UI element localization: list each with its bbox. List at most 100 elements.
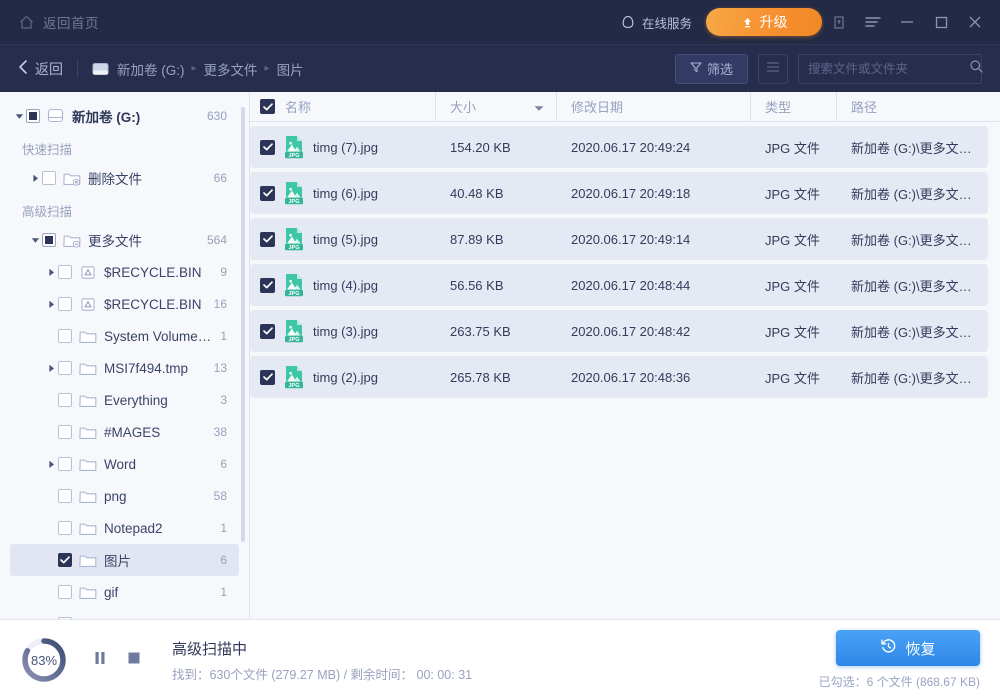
caret-right-icon[interactable] (44, 300, 58, 309)
row-checkbox[interactable] (260, 140, 275, 155)
stop-button[interactable] (124, 650, 144, 670)
sidebar-item-png[interactable]: png58 (10, 480, 239, 512)
search-input[interactable] (808, 62, 969, 76)
upgrade-button[interactable]: 升级 (706, 8, 822, 36)
sidebar-checkbox[interactable] (58, 329, 72, 343)
list-view-button[interactable] (758, 54, 788, 84)
sidebar-item--mages[interactable]: #MAGES 38 (10, 416, 239, 448)
sidebar-item-jpg[interactable]: jpg39 (10, 608, 239, 619)
folder-icon (79, 489, 97, 504)
cell-date: 2020.06.17 20:49:18 (557, 186, 751, 201)
table-row[interactable]: JPGtimg (5).jpg87.89 KB2020.06.17 20:49:… (250, 218, 988, 260)
sidebar-checkbox[interactable] (58, 489, 72, 503)
sidebar-checkbox[interactable] (26, 109, 40, 123)
sidebar-item-count: 3 (220, 393, 227, 407)
column-header-type[interactable]: 类型 (751, 92, 837, 121)
feedback-button[interactable] (822, 0, 856, 44)
feedback-icon (832, 15, 846, 30)
sidebar-checkbox[interactable] (58, 425, 72, 439)
sidebar-item--recycle-bin[interactable]: $RECYCLE.BIN16 (10, 288, 239, 320)
column-header-size[interactable]: 大小 (436, 92, 557, 121)
sidebar-item-msi7f494-tmp[interactable]: MSI7f494.tmp13 (10, 352, 239, 384)
sidebar-item-更多文件[interactable]: 更多文件564 (10, 224, 239, 256)
breadcrumb-item-2[interactable]: 图片 (277, 59, 304, 79)
online-service-button[interactable]: 在线服务 (620, 13, 692, 32)
sidebar-item-word[interactable]: Word6 (10, 448, 239, 480)
caret-right-icon[interactable] (28, 174, 42, 183)
row-checkbox[interactable] (260, 278, 275, 293)
row-checkbox[interactable] (260, 324, 275, 339)
back-to-home-label: 返回首页 (43, 12, 99, 32)
breadcrumb-item-drive[interactable]: 新加卷 (G:) (92, 59, 185, 79)
sidebar-item-count: 38 (214, 425, 227, 439)
table-row[interactable]: JPGtimg (2).jpg265.78 KB2020.06.17 20:48… (250, 356, 988, 398)
sidebar-checkbox[interactable] (58, 457, 72, 471)
caret-down-icon[interactable] (28, 236, 42, 245)
caret-right-icon[interactable] (44, 460, 58, 469)
sidebar-item-label: 图片 (104, 550, 212, 570)
caret-right-icon[interactable] (44, 364, 58, 373)
scan-progress-ring: 83% (20, 636, 68, 684)
cell-type: JPG 文件 (751, 276, 837, 295)
recycle-bin-icon (79, 265, 97, 280)
sidebar-checkbox[interactable] (58, 297, 72, 311)
caret-right-icon[interactable] (44, 268, 58, 277)
jpg-file-icon: JPG (284, 319, 304, 343)
sidebar-checkbox[interactable] (58, 521, 72, 535)
cell-type: JPG 文件 (751, 322, 837, 341)
filter-button[interactable]: 筛选 (675, 54, 748, 84)
sidebar-item-notepad2[interactable]: Notepad21 (10, 512, 239, 544)
svg-text:JPG: JPG (288, 199, 299, 205)
row-checkbox[interactable] (260, 186, 275, 201)
sidebar-item-gif[interactable]: gif1 (10, 576, 239, 608)
sidebar-checkbox[interactable] (58, 393, 72, 407)
maximize-button[interactable] (924, 0, 958, 44)
select-all-checkbox[interactable] (260, 99, 275, 114)
sidebar-item-count: 630 (207, 109, 227, 123)
sidebar-item-system-volume-inf-[interactable]: System Volume Inf...1 (10, 320, 239, 352)
upgrade-arrow-icon (741, 16, 754, 29)
sidebar-item-label: 新加卷 (G:) (72, 106, 199, 126)
sidebar-item-label: #MAGES (104, 425, 206, 440)
close-button[interactable] (958, 0, 992, 44)
sidebar-scrollbar[interactable] (241, 107, 245, 542)
back-button[interactable]: 返回 (18, 59, 63, 79)
sidebar-item-everything[interactable]: Everything3 (10, 384, 239, 416)
column-header-path[interactable]: 路径 (837, 92, 1000, 121)
row-checkbox[interactable] (260, 370, 275, 385)
sidebar-checkbox[interactable] (58, 553, 72, 567)
table-row[interactable]: JPGtimg (7).jpg154.20 KB2020.06.17 20:49… (250, 126, 988, 168)
sidebar-item-count: 66 (214, 171, 227, 185)
table-row[interactable]: JPGtimg (6).jpg40.48 KB2020.06.17 20:49:… (250, 172, 988, 214)
table-row[interactable]: JPGtimg (3).jpg263.75 KB2020.06.17 20:48… (250, 310, 988, 352)
sidebar-checkbox[interactable] (58, 361, 72, 375)
sidebar-checkbox[interactable] (42, 233, 56, 247)
sidebar-item--recycle-bin[interactable]: $RECYCLE.BIN9 (10, 256, 239, 288)
sidebar-checkbox[interactable] (58, 265, 72, 279)
caret-down-icon[interactable] (12, 112, 26, 121)
menu-button[interactable] (856, 0, 890, 44)
sidebar-item-删除文件[interactable]: 删除文件66 (10, 162, 239, 194)
recover-button[interactable]: 恢复 (836, 630, 980, 666)
sidebar-checkbox[interactable] (42, 171, 56, 185)
sidebar-checkbox[interactable] (58, 585, 72, 599)
back-to-home-button[interactable]: 返回首页 (18, 12, 99, 32)
search-box[interactable] (798, 54, 982, 84)
column-header-date[interactable]: 修改日期 (557, 92, 751, 121)
pause-button[interactable] (90, 650, 110, 670)
table-row[interactable]: JPGtimg (4).jpg56.56 KB2020.06.17 20:48:… (250, 264, 988, 306)
minimize-button[interactable] (890, 0, 924, 44)
sidebar-item-count: 6 (220, 553, 227, 567)
file-list-panel: 名称 大小 修改日期 类型 路径 JPGtimg (7).jpg154.20 K… (250, 92, 1000, 619)
breadcrumb-item-1[interactable]: 更多文件 (204, 59, 258, 79)
search-icon[interactable] (969, 59, 984, 79)
sidebar-item-新加卷-g-[interactable]: 新加卷 (G:) 630 (10, 100, 239, 132)
app-window: 返回首页 在线服务 升级 (0, 0, 1000, 700)
sidebar-item-count: 564 (207, 233, 227, 247)
sidebar-item-图片[interactable]: 图片 6 (10, 544, 239, 576)
column-header-name[interactable]: 名称 (250, 92, 436, 121)
sidebar-item-count: 9 (220, 265, 227, 279)
online-service-label: 在线服务 (642, 13, 692, 32)
row-checkbox[interactable] (260, 232, 275, 247)
title-bar: 返回首页 在线服务 升级 (0, 0, 1000, 44)
